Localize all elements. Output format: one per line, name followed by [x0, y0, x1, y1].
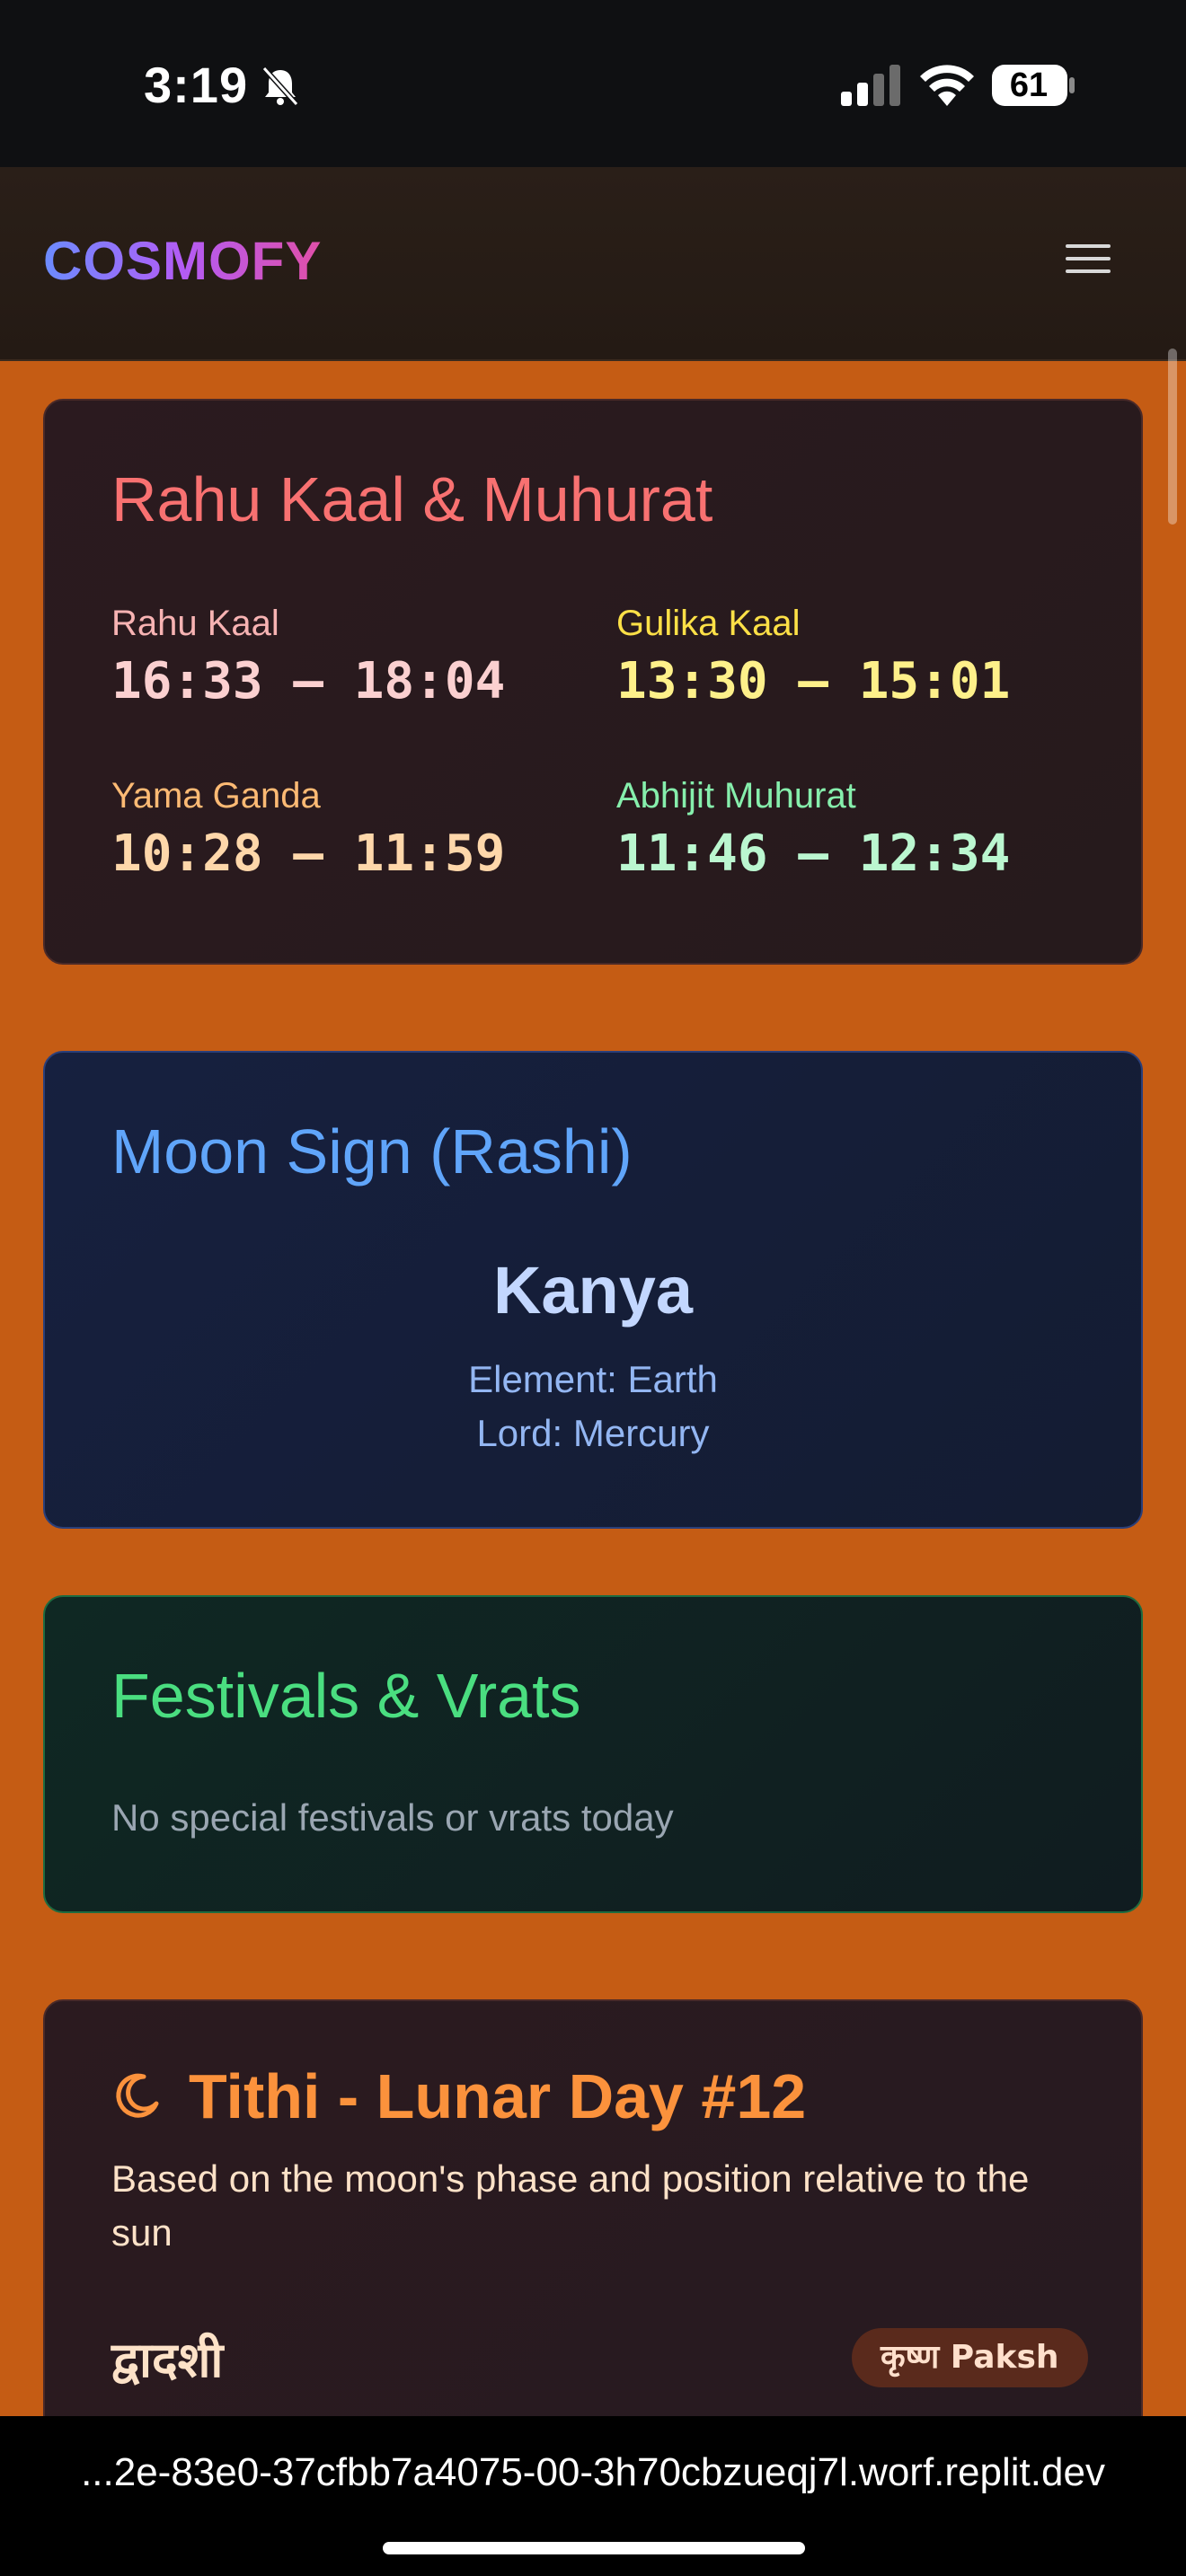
moon-sign-name: Kanya [492, 1253, 694, 1328]
cellular-signal-icon [841, 65, 900, 106]
rahu-card-title: Rahu Kaal & Muhurat [111, 464, 713, 534]
rahu-kaal-label: Rahu Kaal [111, 604, 279, 643]
yama-ganda-value: 10:28 – 11:59 [111, 825, 506, 883]
status-bar: 3:19 61 [0, 0, 1186, 167]
moon-card-title: Moon Sign (Rashi) [111, 1116, 633, 1187]
status-time: 3:19 [144, 57, 249, 113]
battery-level: 61 [1009, 66, 1049, 104]
menu-bar-icon [1066, 257, 1111, 260]
gulika-kaal-value: 13:30 – 15:01 [616, 652, 1011, 710]
moon-sign-lord: Lord: Mercury [476, 1412, 710, 1454]
moon-sign-card: Moon Sign (Rashi) Kanya Element: Earth L… [43, 1051, 1143, 1529]
tithi-name: द्वादशी [111, 2332, 224, 2388]
gulika-kaal-label: Gulika Kaal [616, 604, 801, 643]
menu-bar-icon [1066, 244, 1111, 248]
festivals-card: Festivals & Vrats No special festivals o… [43, 1595, 1143, 1913]
bell-slash-icon [261, 66, 299, 107]
festivals-message: No special festivals or vrats today [111, 1796, 674, 1839]
rahu-kaal-card: Rahu Kaal & Muhurat Rahu Kaal 16:33 – 18… [43, 399, 1143, 965]
paksh-badge: कृष्ण Paksh [852, 2328, 1088, 2387]
menu-button[interactable] [1066, 244, 1111, 284]
home-indicator[interactable] [383, 2542, 805, 2554]
rahu-kaal-value: 16:33 – 18:04 [111, 652, 506, 710]
menu-bar-icon [1066, 269, 1111, 273]
url-text[interactable]: ...2e-83e0-37cfbb7a4075-00-3h70cbzueqj7l… [0, 2450, 1186, 2495]
festivals-card-title: Festivals & Vrats [111, 1661, 581, 1731]
scrollbar[interactable] [1168, 348, 1177, 525]
yama-ganda-label: Yama Ganda [111, 776, 321, 816]
app-logo[interactable]: COSMOFY [43, 230, 322, 292]
moon-sign-element: Element: Earth [468, 1358, 718, 1400]
wifi-icon [920, 65, 974, 106]
abhijit-muhurat-value: 11:46 – 12:34 [616, 825, 1011, 883]
abhijit-muhurat-label: Abhijit Muhurat [616, 776, 856, 816]
moon-icon [116, 2073, 159, 2118]
tithi-card-title: Tithi - Lunar Day #12 [189, 2061, 807, 2131]
tithi-description: Based on the moon's phase and position r… [111, 2157, 1030, 2254]
